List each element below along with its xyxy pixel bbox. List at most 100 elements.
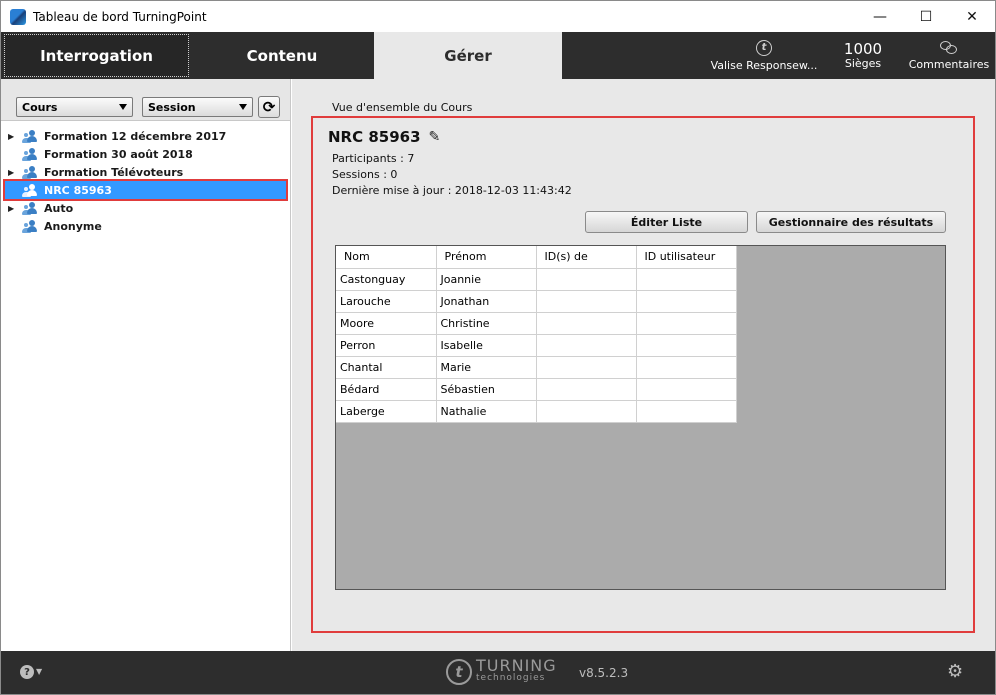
turningpoint-app-icon bbox=[10, 8, 26, 25]
turning-logo-icon: t bbox=[446, 659, 472, 685]
cell-ids[interactable] bbox=[536, 378, 637, 401]
tab-interrogation[interactable]: Interrogation bbox=[4, 34, 189, 77]
cell-id-utilisateur[interactable] bbox=[636, 290, 737, 313]
turning-technologies-logo: t TURNING technologies bbox=[446, 656, 557, 685]
expand-arrow-icon[interactable]: ▶ bbox=[8, 132, 18, 141]
cell-id-utilisateur[interactable] bbox=[636, 400, 737, 423]
top-navigation: Interrogation Contenu Gérer t Valise Res… bbox=[1, 32, 995, 79]
cell-id-utilisateur[interactable] bbox=[636, 378, 737, 401]
commentaires-button[interactable]: Commentaires bbox=[903, 32, 995, 79]
logo-sub-text: technologies bbox=[476, 673, 546, 683]
cell-prenom[interactable]: Joannie bbox=[436, 268, 537, 291]
cell-prenom[interactable]: Isabelle bbox=[436, 334, 537, 357]
close-button[interactable]: ✕ bbox=[949, 1, 995, 32]
gear-icon[interactable]: ⚙ bbox=[947, 663, 965, 681]
cell-prenom[interactable]: Christine bbox=[436, 312, 537, 335]
cell-prenom[interactable]: Marie bbox=[436, 356, 537, 379]
chevron-down-icon[interactable]: ▼ bbox=[36, 667, 42, 676]
table-row[interactable]: Chantal Marie bbox=[336, 356, 737, 379]
cell-id-utilisateur[interactable] bbox=[636, 312, 737, 335]
expand-arrow-icon[interactable]: ▶ bbox=[8, 204, 18, 213]
course-dropdown[interactable]: Cours bbox=[16, 97, 133, 117]
cell-ids[interactable] bbox=[536, 356, 637, 379]
tree-item-label: Auto bbox=[44, 201, 74, 215]
participants-icon bbox=[22, 183, 38, 197]
pencil-icon[interactable]: ✎ bbox=[429, 129, 441, 145]
left-panel: Cours Session ⟳ ▶ Formation 12 décembre … bbox=[1, 79, 291, 651]
maximize-button[interactable]: ☐ bbox=[903, 1, 949, 32]
cell-nom[interactable]: Perron bbox=[336, 334, 437, 357]
title-bar: Tableau de bord TurningPoint — ☐ ✕ bbox=[1, 1, 995, 32]
last-update: Dernière mise à jour : 2018-12-03 11:43:… bbox=[332, 184, 572, 197]
cell-id-utilisateur[interactable] bbox=[636, 356, 737, 379]
comments-icon bbox=[940, 40, 958, 55]
tree-item-label: Anonyme bbox=[44, 219, 102, 233]
cell-prenom[interactable]: Nathalie bbox=[436, 400, 537, 423]
table-row[interactable]: Larouche Jonathan bbox=[336, 290, 737, 313]
course-dropdown-label: Cours bbox=[22, 100, 58, 114]
version-label: v8.5.2.3 bbox=[579, 666, 629, 680]
cell-nom[interactable]: Castonguay bbox=[336, 268, 437, 291]
column-header-prenom[interactable]: Prénom bbox=[436, 246, 537, 269]
tab-contenu[interactable]: Contenu bbox=[191, 32, 373, 79]
table-row[interactable]: Laberge Nathalie bbox=[336, 400, 737, 423]
valise-responseware-button[interactable]: t Valise Responsew... bbox=[704, 32, 824, 79]
cell-ids[interactable] bbox=[536, 334, 637, 357]
cell-id-utilisateur[interactable] bbox=[636, 334, 737, 357]
cell-nom[interactable]: Moore bbox=[336, 312, 437, 335]
participants-icon bbox=[22, 201, 38, 215]
cell-ids[interactable] bbox=[536, 290, 637, 313]
cell-nom[interactable]: Larouche bbox=[336, 290, 437, 313]
cell-ids[interactable] bbox=[536, 268, 637, 291]
tree-item-label: Formation 30 août 2018 bbox=[44, 147, 193, 161]
refresh-icon: ⟳ bbox=[262, 98, 276, 116]
commentaires-label: Commentaires bbox=[908, 57, 990, 71]
session-dropdown[interactable]: Session bbox=[142, 97, 253, 117]
cell-nom[interactable]: Laberge bbox=[336, 400, 437, 423]
table-row[interactable]: Castonguay Joannie bbox=[336, 268, 737, 291]
table-row[interactable]: Moore Christine bbox=[336, 312, 737, 335]
participants-icon bbox=[22, 219, 38, 233]
tree-item-label: Formation 12 décembre 2017 bbox=[44, 129, 227, 143]
cell-ids[interactable] bbox=[536, 400, 637, 423]
edit-list-button[interactable]: Éditer Liste bbox=[585, 211, 748, 233]
sessions-count: Sessions : 0 bbox=[332, 168, 398, 181]
column-header-ids[interactable]: ID(s) de bbox=[536, 246, 637, 269]
results-manager-button[interactable]: Gestionnaire des résultats bbox=[756, 211, 946, 233]
tree-item-formation-12-decembre-2017[interactable]: ▶ Formation 12 décembre 2017 bbox=[1, 127, 290, 145]
table-row[interactable]: Perron Isabelle bbox=[336, 334, 737, 357]
cell-id-utilisateur[interactable] bbox=[636, 268, 737, 291]
window-title: Tableau de bord TurningPoint bbox=[33, 9, 207, 24]
cell-ids[interactable] bbox=[536, 312, 637, 335]
table-header-row: Nom Prénom ID(s) de ID utilisateur bbox=[336, 246, 737, 269]
tree-item-formation-30-aout-2018[interactable]: Formation 30 août 2018 bbox=[1, 145, 290, 163]
sieges-indicator[interactable]: 1000 Sièges bbox=[833, 32, 893, 79]
cell-nom[interactable]: Chantal bbox=[336, 356, 437, 379]
cell-prenom[interactable]: Jonathan bbox=[436, 290, 537, 313]
left-toolbar: Cours Session ⟳ bbox=[1, 79, 290, 121]
logo-main-text: TURNING bbox=[476, 656, 557, 675]
chevron-down-icon bbox=[239, 104, 247, 110]
expand-arrow-icon[interactable]: ▶ bbox=[8, 168, 18, 177]
refresh-button[interactable]: ⟳ bbox=[258, 96, 280, 118]
cell-nom[interactable]: Bédard bbox=[336, 378, 437, 401]
tree-item-anonyme[interactable]: Anonyme bbox=[1, 217, 290, 235]
tree-item-formation-televoteurs[interactable]: ▶ Formation Télévoteurs bbox=[1, 163, 290, 181]
tab-gerer[interactable]: Gérer bbox=[374, 32, 562, 79]
sieges-count: 1000 bbox=[843, 40, 883, 58]
tree-item-auto[interactable]: ▶ Auto bbox=[1, 199, 290, 217]
session-dropdown-label: Session bbox=[148, 100, 196, 114]
column-header-id-utilisateur[interactable]: ID utilisateur bbox=[636, 246, 737, 269]
minimize-button[interactable]: — bbox=[857, 1, 903, 32]
help-icon[interactable]: ? bbox=[20, 665, 34, 679]
turning-t-icon: t bbox=[756, 39, 772, 56]
section-label: Vue d'ensemble du Cours bbox=[332, 101, 473, 114]
course-overview-panel: Vue d'ensemble du Cours NRC 85963 ✎ Part… bbox=[292, 79, 995, 651]
window-controls: — ☐ ✕ bbox=[857, 1, 995, 32]
table-row[interactable]: Bédard Sébastien bbox=[336, 378, 737, 401]
footer-bar: ? ▼ t TURNING technologies v8.5.2.3 ⚙ bbox=[1, 651, 995, 694]
tree-item-label: Formation Télévoteurs bbox=[44, 165, 184, 179]
column-header-nom[interactable]: Nom bbox=[336, 246, 437, 269]
tree-item-nrc-85963[interactable]: NRC 85963 bbox=[3, 179, 288, 201]
cell-prenom[interactable]: Sébastien bbox=[436, 378, 537, 401]
